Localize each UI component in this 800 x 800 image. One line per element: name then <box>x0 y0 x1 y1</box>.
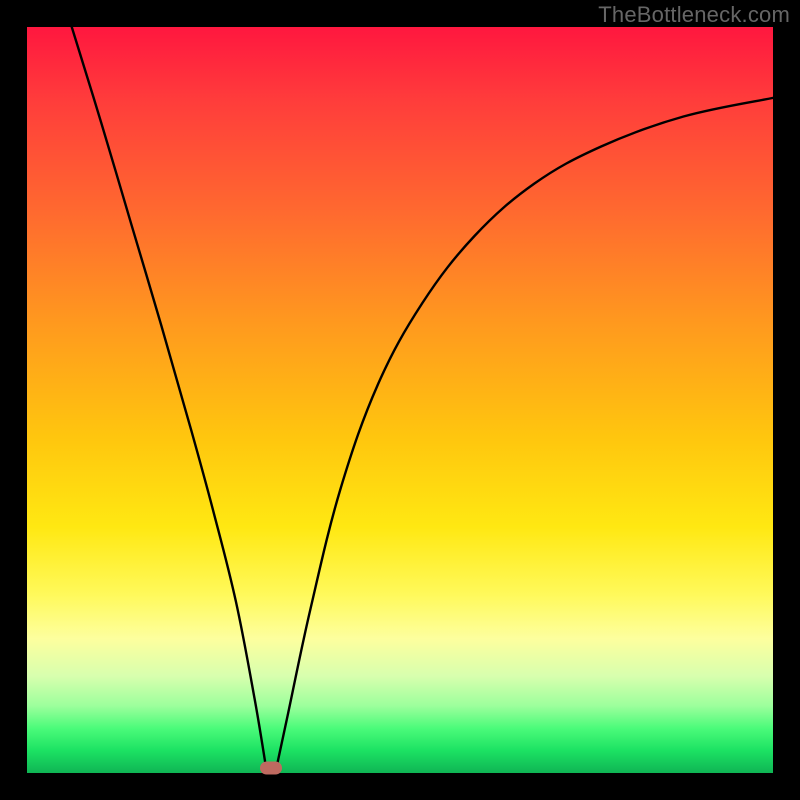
minimum-marker <box>260 761 282 774</box>
attribution-text: TheBottleneck.com <box>598 2 790 28</box>
curve-left-branch <box>72 27 266 766</box>
plot-area <box>27 27 773 773</box>
curve-svg <box>27 27 773 773</box>
chart-frame: TheBottleneck.com <box>0 0 800 800</box>
curve-right-branch <box>277 98 773 766</box>
